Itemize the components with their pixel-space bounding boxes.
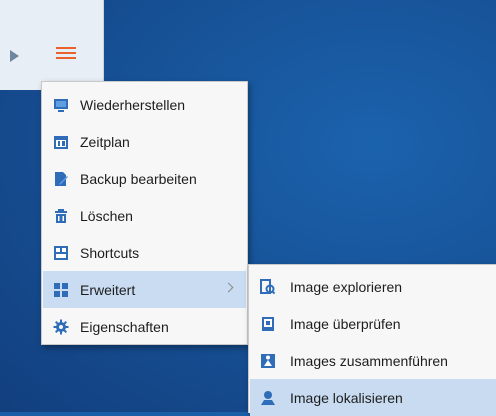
menu-item-label: Eigenschaften bbox=[80, 318, 169, 335]
submenu-item-check-image[interactable]: Image überprüfen bbox=[250, 305, 496, 342]
gear-icon bbox=[53, 319, 69, 334]
menu-item-label: Wiederherstellen bbox=[80, 96, 186, 113]
submenu-item-label: Image überprüfen bbox=[290, 315, 401, 332]
submenu-item-explore-image[interactable]: Image explorieren bbox=[250, 268, 496, 305]
hamburger-menu-icon[interactable] bbox=[56, 45, 76, 61]
edit-backup-icon bbox=[55, 171, 68, 186]
chevron-right-icon bbox=[223, 282, 234, 293]
menu-item-shortcuts[interactable]: Shortcuts bbox=[43, 234, 246, 271]
play-icon[interactable] bbox=[10, 50, 19, 62]
submenu-item-label: Images zusammenführen bbox=[290, 352, 448, 369]
menu-item-label: Backup bearbeiten bbox=[80, 170, 197, 187]
submenu-item-label: Image explorieren bbox=[290, 278, 403, 295]
check-image-icon bbox=[262, 316, 274, 331]
shortcut-icon bbox=[54, 245, 68, 260]
menu-item-properties[interactable]: Eigenschaften bbox=[43, 308, 246, 345]
submenu-item-label: Image lokalisieren bbox=[290, 389, 403, 406]
trash-icon bbox=[55, 208, 67, 223]
advanced-submenu: Image explorieren Image überprüfen Image… bbox=[248, 264, 496, 416]
submenu-item-merge-images[interactable]: Images zusammenführen bbox=[250, 342, 496, 379]
menu-item-label: Erweitert bbox=[80, 281, 136, 298]
menu-item-schedule[interactable]: Zeitplan bbox=[43, 123, 246, 160]
menu-item-label: Zeitplan bbox=[80, 133, 130, 150]
restore-icon bbox=[54, 98, 68, 112]
context-menu: Wiederherstellen Zeitplan Backup bearbei… bbox=[41, 81, 248, 345]
locate-image-icon bbox=[261, 390, 275, 405]
menu-item-edit-backup[interactable]: Backup bearbeiten bbox=[43, 160, 246, 197]
explore-image-icon bbox=[260, 278, 276, 294]
toolbar-panel bbox=[0, 0, 104, 90]
menu-item-delete[interactable]: Löschen bbox=[43, 197, 246, 234]
menu-item-restore[interactable]: Wiederherstellen bbox=[43, 86, 246, 123]
advanced-grid-icon bbox=[54, 282, 68, 297]
calendar-icon bbox=[54, 135, 68, 149]
menu-item-label: Shortcuts bbox=[80, 244, 140, 261]
menu-item-advanced[interactable]: Erweitert bbox=[43, 271, 246, 308]
submenu-item-locate-image[interactable]: Image lokalisieren bbox=[250, 379, 496, 416]
menu-item-label: Löschen bbox=[80, 207, 133, 224]
merge-images-icon bbox=[261, 353, 275, 368]
